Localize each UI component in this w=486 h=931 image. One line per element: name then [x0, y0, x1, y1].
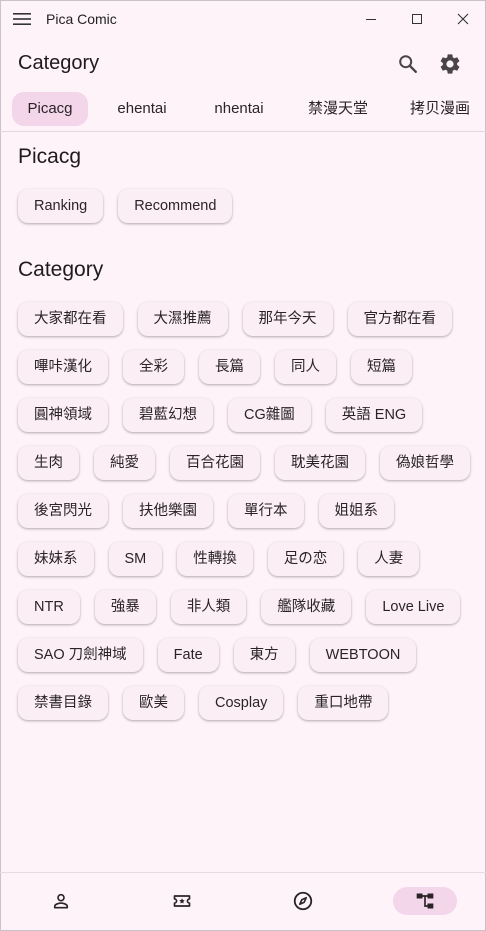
- gear-icon: [440, 54, 460, 74]
- tab-copymanga[interactable]: 拷贝漫画: [398, 92, 482, 126]
- category-chip[interactable]: 碧藍幻想: [123, 398, 213, 432]
- category-chip[interactable]: 百合花園: [170, 446, 260, 480]
- category-chip[interactable]: 足の恋: [267, 542, 344, 576]
- category-chip[interactable]: 生肉: [18, 446, 79, 480]
- category-chip[interactable]: Love Live: [366, 590, 461, 624]
- hamburger-menu-button[interactable]: [0, 0, 44, 38]
- ticket-icon: [173, 895, 191, 907]
- bottom-navigation: [0, 872, 486, 931]
- category-chip[interactable]: 艦隊收藏: [261, 590, 352, 624]
- tab-nhentai[interactable]: nhentai: [200, 92, 278, 126]
- category-chip-group: 大家都在看 大濕推薦 那年今天 官方都在看 嗶咔漢化 全彩 長篇 同人 短篇 圓…: [18, 302, 478, 720]
- tab-picacg[interactable]: Picacg: [12, 92, 88, 126]
- category-chip[interactable]: NTR: [18, 590, 80, 624]
- category-chip[interactable]: 偽娘哲學: [380, 446, 470, 480]
- app-bar: Category: [0, 40, 486, 86]
- category-chip[interactable]: 人妻: [358, 542, 420, 576]
- tab-jmcomic[interactable]: 禁漫天堂: [296, 92, 380, 126]
- category-chip[interactable]: 歐美: [123, 686, 184, 720]
- category-chip[interactable]: 大家都在看: [18, 302, 123, 336]
- category-chip[interactable]: 非人類: [170, 590, 247, 624]
- category-chip[interactable]: 全彩: [123, 350, 184, 384]
- category-chip[interactable]: 長篇: [199, 350, 260, 384]
- category-chip[interactable]: 妹妹系: [18, 542, 94, 576]
- window-title: Pica Comic: [46, 11, 117, 27]
- page-title: Category: [18, 51, 100, 74]
- category-chip[interactable]: 短篇: [351, 350, 412, 384]
- settings-button[interactable]: [434, 48, 466, 80]
- minimize-button[interactable]: [348, 0, 394, 38]
- nav-discover[interactable]: [271, 887, 335, 915]
- category-chip[interactable]: 重口地帶: [298, 686, 389, 720]
- category-chip[interactable]: 大濕推薦: [137, 302, 228, 336]
- maximize-button[interactable]: [394, 0, 440, 38]
- picacg-chip-group: Ranking Recommend: [18, 189, 478, 223]
- nav-me[interactable]: [29, 887, 93, 915]
- category-chip[interactable]: SM: [108, 542, 163, 576]
- category-chip[interactable]: 那年今天: [242, 302, 333, 336]
- category-chip[interactable]: 姐姐系: [318, 494, 394, 528]
- category-chip[interactable]: 嗶咔漢化: [18, 350, 108, 384]
- search-icon: [399, 55, 417, 73]
- close-button[interactable]: [440, 0, 486, 38]
- category-chip[interactable]: 耽美花園: [275, 446, 365, 480]
- search-button[interactable]: [392, 48, 424, 80]
- source-tabs: Picacg ehentai nhentai 禁漫天堂 拷贝漫画: [0, 88, 486, 132]
- category-chip[interactable]: 單行本: [228, 494, 304, 528]
- category-chip[interactable]: 扶他樂園: [123, 494, 213, 528]
- category-chip[interactable]: 同人: [275, 350, 336, 384]
- hamburger-icon: [13, 13, 31, 25]
- recommend-chip[interactable]: Recommend: [118, 189, 233, 223]
- category-chip[interactable]: Fate: [157, 638, 219, 672]
- category-chip[interactable]: 純愛: [94, 446, 155, 480]
- picacg-section-title: Picacg: [18, 145, 82, 168]
- title-bar: Pica Comic: [0, 0, 486, 38]
- maximize-icon: [412, 14, 422, 24]
- category-chip[interactable]: WEBTOON: [309, 638, 417, 672]
- category-tree-icon: [416, 893, 434, 909]
- category-section-title: Category: [18, 258, 104, 281]
- category-chip[interactable]: 英語 ENG: [325, 398, 423, 432]
- category-chip[interactable]: 圓神領域: [18, 398, 108, 432]
- nav-category[interactable]: [393, 887, 457, 915]
- person-icon: [53, 893, 69, 909]
- category-chip[interactable]: CG雜圖: [228, 398, 311, 432]
- category-chip[interactable]: Cosplay: [199, 686, 284, 720]
- category-chip[interactable]: 後宮閃光: [18, 494, 108, 528]
- close-icon: [457, 13, 469, 25]
- nav-explore-ticket[interactable]: [150, 887, 214, 915]
- category-chip[interactable]: 性轉換: [177, 542, 253, 576]
- compass-icon: [293, 891, 313, 911]
- category-chip[interactable]: 東方: [233, 638, 295, 672]
- tab-ehentai[interactable]: ehentai: [104, 92, 180, 126]
- category-chip[interactable]: 禁書目錄: [18, 686, 108, 720]
- category-chip[interactable]: 強暴: [94, 590, 156, 624]
- category-chip[interactable]: 官方都在看: [347, 302, 452, 336]
- ranking-chip[interactable]: Ranking: [18, 189, 104, 223]
- minimize-icon: [366, 19, 376, 20]
- category-chip[interactable]: SAO 刀劍神域: [18, 638, 143, 672]
